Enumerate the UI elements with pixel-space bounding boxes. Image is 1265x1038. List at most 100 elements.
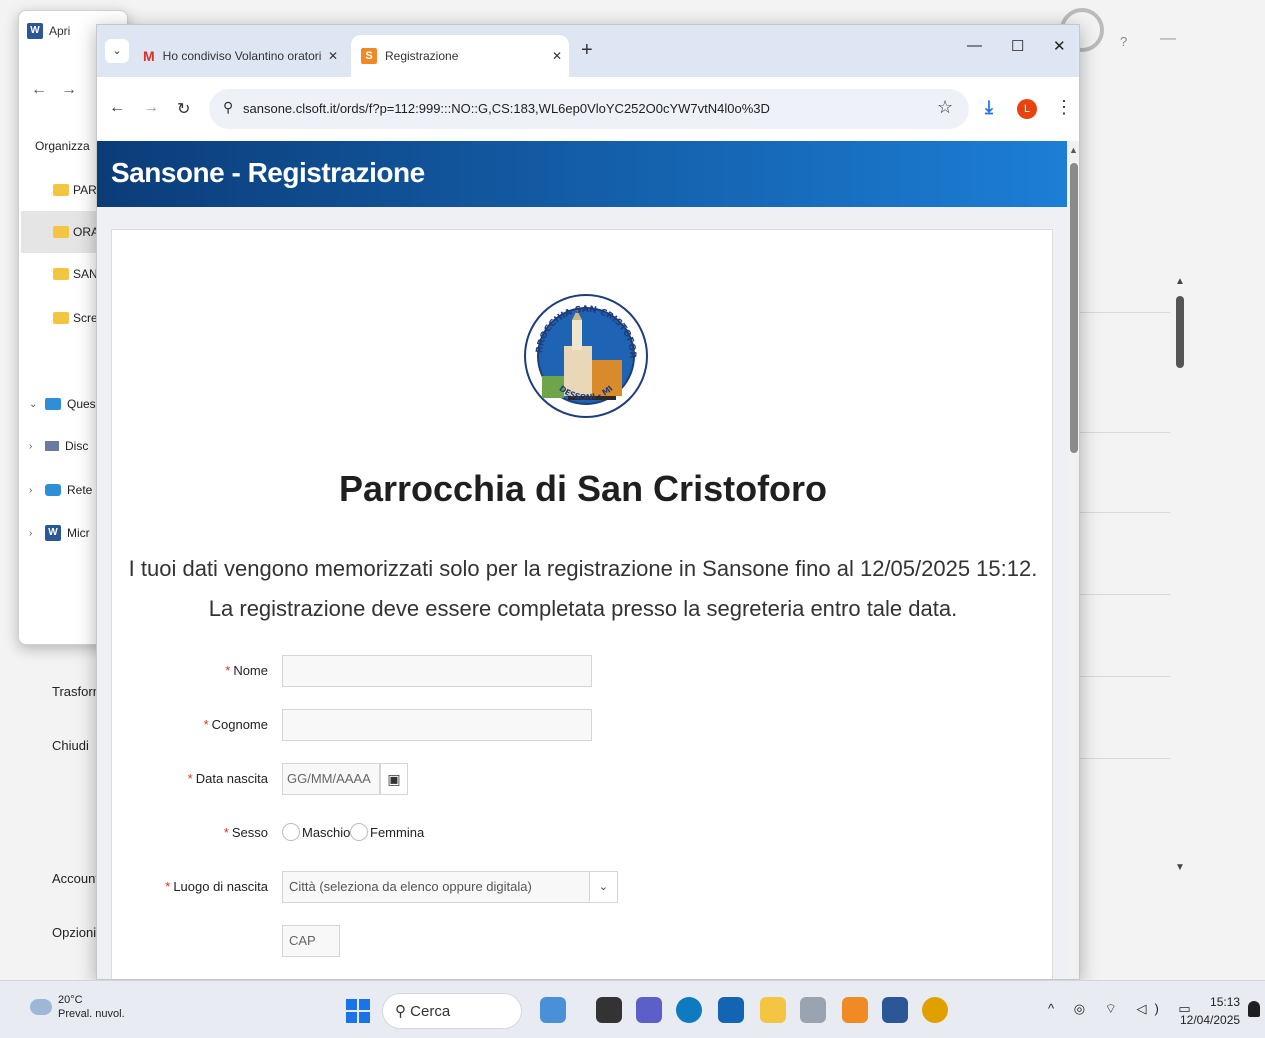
- menu-account[interactable]: Account: [52, 871, 99, 886]
- field-label: * Luogo di nascita: [165, 879, 268, 894]
- scroll-thumb[interactable]: [1070, 163, 1078, 453]
- profile-avatar[interactable]: L: [1017, 99, 1037, 119]
- widgets-icon[interactable]: [540, 997, 566, 1023]
- calendar-icon[interactable]: ▣: [380, 763, 408, 795]
- tab-gmail[interactable]: M Ho condiviso Volantino oratorio ✕: [133, 35, 345, 77]
- page-title: Sansone - Registrazione: [111, 157, 425, 188]
- word-icon[interactable]: [882, 997, 908, 1023]
- notification-bell-icon[interactable]: [1248, 1001, 1260, 1017]
- birthplace-select[interactable]: Città (seleziona da elenco oppure digita…: [282, 871, 618, 903]
- field-label: * Data nascita: [187, 771, 268, 786]
- folder-icon: [53, 312, 69, 324]
- tab-registrazione[interactable]: S Registrazione ✕: [351, 35, 569, 77]
- reload-icon[interactable]: ↻: [177, 99, 190, 119]
- cloud-icon: [30, 999, 52, 1015]
- teams-icon[interactable]: [636, 997, 662, 1023]
- file-explorer-icon[interactable]: [760, 997, 786, 1023]
- tab-bar: ⌄ M Ho condiviso Volantino oratorio ✕ S …: [97, 25, 1079, 77]
- browser-toolbar: ← → ↻ ⚲ sansone.clsoft.it/ords/f?p=112:9…: [97, 77, 1079, 141]
- word-icon: W: [27, 23, 43, 39]
- sansone-icon[interactable]: [842, 997, 868, 1023]
- taskbar: 20°C Preval. nuvol. ⚲ Cerca ^ ◎ ⌔ ◁) ▭ 1…: [0, 980, 1265, 1038]
- birthdate-input[interactable]: GG/MM/AAAA: [282, 763, 380, 795]
- field-label: * Sesso: [223, 825, 268, 840]
- divider: [1080, 676, 1170, 677]
- parish-logo: PARROCCHIA SAN CRISTOFORO DESSONI - MI: [524, 266, 648, 418]
- maximize-icon[interactable]: ☐: [1011, 37, 1024, 55]
- tree-item-disk[interactable]: › Disc: [29, 439, 88, 453]
- org-name: Parrocchia di San Cristoforo: [338, 468, 828, 509]
- page-scrollbar[interactable]: ▲: [1067, 141, 1079, 979]
- new-tab-icon[interactable]: +: [581, 39, 593, 62]
- cap-input[interactable]: CAP: [282, 925, 340, 957]
- nome-input[interactable]: [282, 655, 592, 687]
- cognome-input[interactable]: [282, 709, 592, 741]
- form-row-data-nascita: * Data nascita GG/MM/AAAA ▣: [112, 763, 1054, 795]
- minimize-icon[interactable]: —: [1160, 30, 1176, 48]
- scroll-down-icon[interactable]: ▼: [1175, 862, 1185, 873]
- menu-chiudi[interactable]: Chiudi: [52, 738, 89, 753]
- word-scrollbar[interactable]: ▲ ▼: [1172, 272, 1188, 882]
- close-window-icon[interactable]: ✕: [1053, 37, 1066, 55]
- tab-search-icon[interactable]: ⌄: [105, 39, 129, 63]
- divider: [1080, 758, 1170, 759]
- radio-label[interactable]: Femmina: [370, 825, 424, 840]
- folder-icon: [53, 184, 69, 196]
- download-icon[interactable]: ⤓: [985, 97, 993, 118]
- form-row-nome: * Nome: [112, 655, 1054, 687]
- taskbar-search[interactable]: ⚲ Cerca: [382, 993, 522, 1029]
- form-row-sesso: * Sesso Maschio Femmina: [112, 817, 1054, 849]
- clock[interactable]: 15:13 12/04/2025: [1180, 993, 1240, 1029]
- scroll-up-icon[interactable]: ▲: [1175, 276, 1185, 287]
- system-tray[interactable]: ^ ◎ ⌔ ◁) ▭: [1048, 1001, 1199, 1017]
- divider: [1080, 594, 1170, 595]
- chevron-down-icon: ⌄: [29, 398, 38, 410]
- address-bar[interactable]: ⚲ sansone.clsoft.it/ords/f?p=112:999:::N…: [209, 89, 969, 129]
- form-row-cap: CAP: [112, 925, 1054, 957]
- disk-icon: [45, 441, 59, 451]
- field-label: * Cognome: [203, 717, 268, 732]
- divider: [1080, 432, 1170, 433]
- page-content: Sansone - Registrazione PARROCCHIA SAN C…: [97, 141, 1067, 979]
- tree-item-microsoft[interactable]: › W Micr: [29, 525, 90, 541]
- chrome-icon[interactable]: [922, 997, 948, 1023]
- word-title-controls: ? —: [1060, 8, 1260, 68]
- sansone-icon: S: [361, 48, 377, 64]
- chevron-right-icon: ›: [29, 527, 33, 539]
- close-tab-icon[interactable]: ✕: [321, 49, 345, 63]
- divider: [1080, 512, 1170, 513]
- tree-item-pc[interactable]: ⌄ Ques: [29, 397, 96, 411]
- info-text: La registrazione deve essere completata …: [208, 596, 958, 621]
- close-tab-icon[interactable]: ✕: [545, 49, 569, 63]
- help-icon[interactable]: ?: [1120, 34, 1127, 49]
- minimize-icon[interactable]: —: [967, 37, 982, 54]
- scroll-up-icon[interactable]: ▲: [1069, 145, 1078, 155]
- bookmark-star-icon[interactable]: ☆: [937, 97, 953, 118]
- weather-widget[interactable]: 20°C Preval. nuvol.: [30, 993, 125, 1021]
- chevron-down-icon[interactable]: ⌄: [589, 872, 617, 902]
- edge-icon[interactable]: [676, 997, 702, 1023]
- menu-opzioni[interactable]: Opzioni: [52, 925, 96, 940]
- field-label: * Nome: [225, 663, 268, 678]
- forward-icon[interactable]: →: [143, 99, 159, 117]
- browser-window: ⌄ M Ho condiviso Volantino oratorio ✕ S …: [96, 24, 1080, 980]
- start-icon[interactable]: [346, 999, 370, 1023]
- tree-item-network[interactable]: › Rete: [29, 483, 92, 497]
- store-icon[interactable]: [718, 997, 744, 1023]
- word-icon: W: [45, 525, 61, 541]
- chevron-right-icon: ›: [29, 484, 33, 496]
- printer-icon[interactable]: [800, 997, 826, 1023]
- task-view-icon[interactable]: [596, 997, 622, 1023]
- radio-label[interactable]: Maschio: [302, 825, 350, 840]
- back-icon[interactable]: ←: [109, 99, 125, 117]
- site-info-icon[interactable]: ⚲: [223, 99, 233, 116]
- form-row-luogo: * Luogo di nascita Città (seleziona da el…: [112, 871, 1054, 903]
- browser-menu-icon[interactable]: ⋮: [1055, 97, 1073, 118]
- radio-maschio[interactable]: [282, 823, 300, 841]
- scroll-thumb[interactable]: [1176, 296, 1184, 368]
- nav-arrows[interactable]: ←→: [31, 81, 91, 99]
- radio-femmina[interactable]: [350, 823, 368, 841]
- form-row-cognome: * Cognome: [112, 709, 1054, 741]
- dialog-title: W Apri: [27, 23, 70, 39]
- organize-button[interactable]: Organizza: [35, 139, 90, 153]
